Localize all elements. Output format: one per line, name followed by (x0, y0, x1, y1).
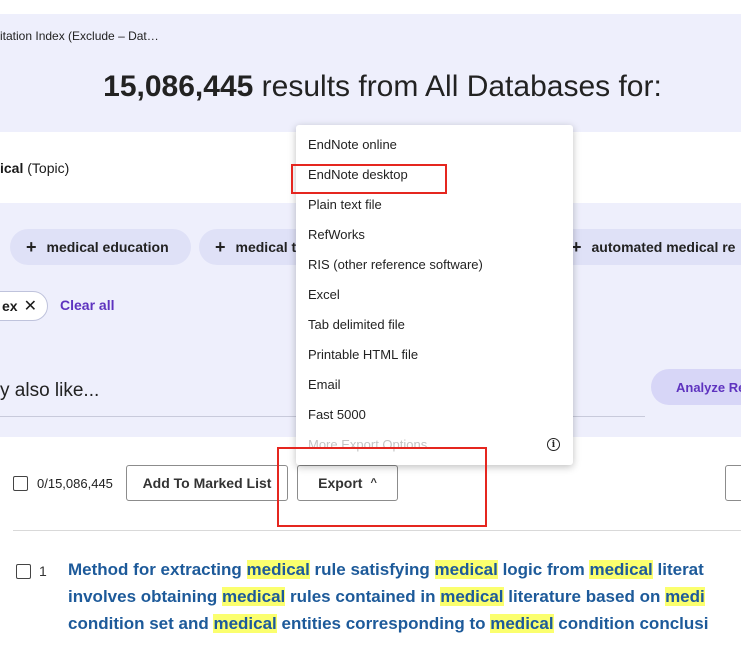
highlighted-term: medical (490, 614, 554, 633)
title-text: literat (652, 560, 704, 579)
result-title-line: condition set and medical entities corre… (68, 610, 741, 637)
breadcrumb[interactable]: itation Index (Exclude – Dat… (0, 29, 159, 43)
title-text: condition set and (68, 614, 214, 633)
title-text: rules contained in (285, 587, 441, 606)
result-title-link[interactable]: Method for extracting medical rule satis… (68, 556, 741, 637)
title-text: literature based on (503, 587, 666, 606)
menu-item-plain-text[interactable]: Plain text file (308, 197, 382, 212)
menu-item-refworks[interactable]: RefWorks (308, 227, 365, 242)
info-icon[interactable]: i (547, 438, 560, 451)
results-heading: 15,086,445 results from All Databases fo… (0, 70, 741, 104)
highlighted-term: medi (665, 587, 705, 606)
active-filter-label: ex (2, 298, 18, 314)
result-number: 1 (39, 563, 47, 579)
results-divider (13, 530, 741, 531)
menu-item-fast-5000[interactable]: Fast 5000 (308, 407, 366, 422)
result-title-line: involves obtaining medical rules contain… (68, 583, 741, 610)
add-to-marked-list-button[interactable]: Add To Marked List (126, 465, 288, 501)
highlighted-term: medical (440, 587, 504, 606)
query-field: (Topic) (23, 160, 70, 176)
plus-icon: + (215, 237, 226, 257)
highlighted-term: medical (213, 614, 277, 633)
refine-chip-medical-education[interactable]: + medical education (10, 229, 191, 265)
title-text: involves obtaining (68, 587, 222, 606)
results-heading-suffix: results from All Databases for: (253, 70, 662, 103)
query-term: ical (0, 160, 24, 176)
result-title-line: Method for extracting medical rule satis… (68, 556, 741, 583)
results-count: 15,086,445 (103, 70, 254, 103)
title-text: condition conclusi (553, 614, 709, 633)
refine-chip-automated-medical[interactable]: + automated medical re (555, 229, 741, 265)
remove-filter-icon[interactable]: ✕ (24, 296, 37, 316)
analyze-results-button[interactable]: Analyze Re (651, 369, 741, 405)
highlighted-term: medical (434, 560, 498, 579)
also-like-heading: y also like... (0, 380, 100, 401)
menu-item-tab-delimited[interactable]: Tab delimited file (308, 317, 405, 332)
toolbar-right-button[interactable] (725, 465, 741, 501)
annotation-box-endnote-desktop (291, 164, 447, 194)
menu-item-excel[interactable]: Excel (308, 287, 340, 302)
chip-label: automated medical re (591, 239, 736, 255)
chip-label: medical t (235, 239, 297, 255)
plus-icon: + (26, 237, 37, 257)
annotation-box-export-button (277, 447, 487, 527)
title-text: entities corresponding to (276, 614, 491, 633)
menu-item-printable-html[interactable]: Printable HTML file (308, 347, 418, 362)
highlighted-term: medical (589, 560, 653, 579)
result-checkbox[interactable] (16, 564, 31, 579)
active-filter-pill: ex ✕ (0, 291, 48, 321)
title-text: rule satisfying (309, 560, 435, 579)
selected-count: 0/15,086,445 (37, 476, 113, 491)
clear-all-link[interactable]: Clear all (60, 297, 114, 313)
menu-item-ris[interactable]: RIS (other reference software) (308, 257, 483, 272)
title-text: Method for extracting (68, 560, 247, 579)
query-topic: ical (Topic) (0, 160, 69, 176)
chip-label: medical education (46, 239, 169, 255)
highlighted-term: medical (246, 560, 310, 579)
title-text: logic from (497, 560, 590, 579)
highlighted-term: medical (221, 587, 286, 606)
menu-item-email[interactable]: Email (308, 377, 341, 392)
select-all-checkbox[interactable] (13, 476, 28, 491)
menu-item-endnote-online[interactable]: EndNote online (308, 137, 397, 152)
